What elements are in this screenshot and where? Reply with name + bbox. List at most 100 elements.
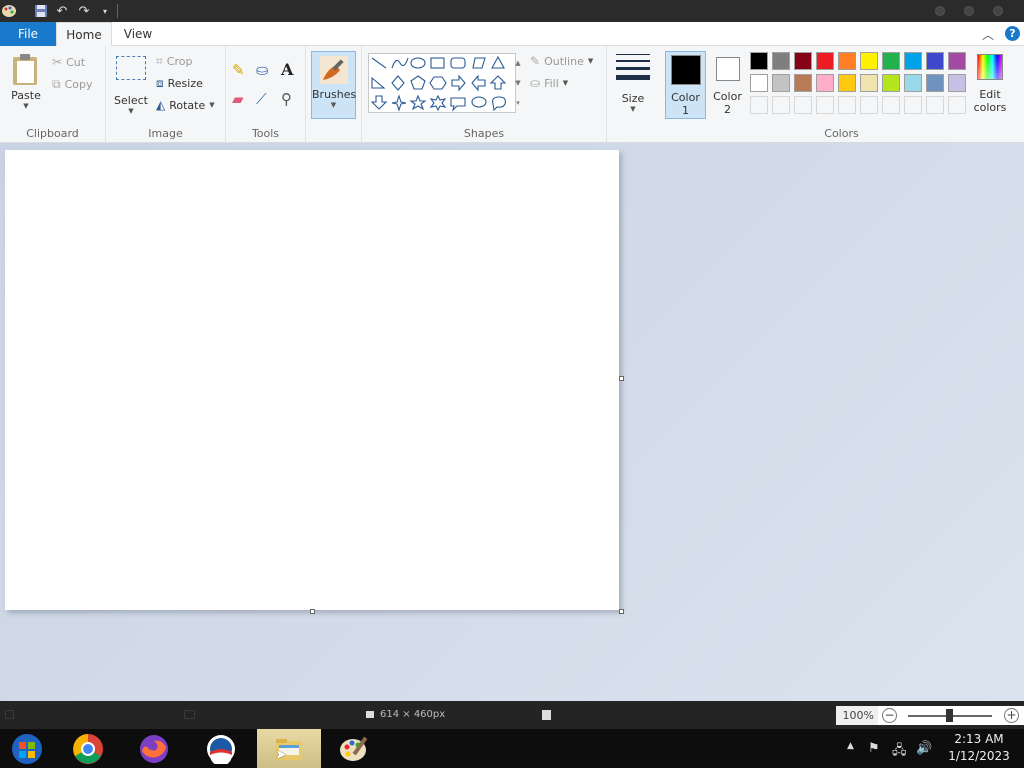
custom-color-slot[interactable] bbox=[772, 96, 790, 114]
palette-swatch[interactable] bbox=[926, 74, 944, 92]
hexagon-shape-icon[interactable] bbox=[429, 76, 447, 90]
palette-swatch[interactable] bbox=[794, 74, 812, 92]
scroll-down-icon[interactable]: ▼ bbox=[512, 73, 524, 93]
palette-swatch[interactable] bbox=[816, 74, 834, 92]
scroll-up-icon[interactable]: ▲ bbox=[512, 53, 524, 73]
redo-icon[interactable]: ↷ bbox=[75, 2, 93, 20]
custom-color-slot[interactable] bbox=[838, 96, 856, 114]
collapse-ribbon-icon[interactable]: ︿ bbox=[982, 26, 994, 43]
right-arrow-shape-icon[interactable] bbox=[451, 74, 466, 92]
paint-taskbar-button[interactable] bbox=[323, 729, 387, 768]
cut-button[interactable]: ✂ Cut bbox=[52, 52, 85, 72]
palette-swatch[interactable] bbox=[750, 52, 768, 70]
volume-icon[interactable]: 🔊 bbox=[916, 741, 932, 756]
curve-shape-icon[interactable] bbox=[391, 57, 409, 69]
action-center-flag-icon[interactable]: ⚑ bbox=[868, 741, 880, 756]
palette-swatch[interactable] bbox=[882, 52, 900, 70]
zoom-out-button[interactable]: − bbox=[882, 708, 897, 723]
custom-color-slot[interactable] bbox=[904, 96, 922, 114]
save-icon[interactable] bbox=[32, 2, 50, 20]
palette-swatch[interactable] bbox=[838, 52, 856, 70]
palette-swatch[interactable] bbox=[816, 52, 834, 70]
color2-button[interactable]: Color 2 bbox=[707, 51, 748, 119]
palette-swatch[interactable] bbox=[904, 52, 922, 70]
rotate-button[interactable]: ◭ Rotate ▼ bbox=[156, 95, 215, 115]
oval-shape-icon[interactable] bbox=[410, 57, 426, 69]
left-arrow-shape-icon[interactable] bbox=[471, 74, 486, 92]
firefox-taskbar-button[interactable] bbox=[122, 729, 186, 768]
palette-swatch[interactable] bbox=[838, 74, 856, 92]
palette-swatch[interactable] bbox=[926, 52, 944, 70]
four-point-star-shape-icon[interactable] bbox=[391, 94, 407, 112]
down-arrow-shape-icon[interactable] bbox=[370, 95, 388, 110]
select-button[interactable]: Select ▼ bbox=[112, 52, 150, 122]
custom-color-slot[interactable] bbox=[794, 96, 812, 114]
custom-color-slot[interactable] bbox=[816, 96, 834, 114]
maximize-button[interactable] bbox=[964, 6, 974, 16]
pentagon-shape-icon[interactable] bbox=[410, 75, 426, 90]
cloud-callout-shape-icon[interactable] bbox=[492, 96, 506, 112]
resize-handle-bottom[interactable] bbox=[310, 609, 315, 614]
shapes-scroll[interactable]: ▲ ▼ ▾ bbox=[512, 53, 524, 113]
brushes-button[interactable]: Brushes ▼ bbox=[311, 51, 356, 119]
color1-button[interactable]: Color 1 bbox=[665, 51, 706, 119]
palette-swatch[interactable] bbox=[772, 52, 790, 70]
show-hidden-icons-icon[interactable]: ▲ bbox=[847, 741, 854, 751]
system-clock[interactable]: 2:13 AM 1/12/2023 bbox=[940, 731, 1018, 765]
custom-color-slot[interactable] bbox=[948, 96, 966, 114]
custom-color-slot[interactable] bbox=[926, 96, 944, 114]
color-picker-icon[interactable]: ⟋ bbox=[256, 90, 274, 110]
edit-colors-button[interactable]: Edit colors bbox=[971, 51, 1009, 119]
campaign-app-taskbar-button[interactable] bbox=[189, 729, 253, 768]
tab-view[interactable]: View bbox=[114, 22, 162, 46]
tab-home[interactable]: Home bbox=[56, 22, 112, 46]
close-button[interactable] bbox=[993, 6, 1003, 16]
resize-button[interactable]: ⧈ Resize bbox=[156, 73, 203, 93]
custom-color-slot[interactable] bbox=[860, 96, 878, 114]
custom-color-slot[interactable] bbox=[750, 96, 768, 114]
start-button[interactable] bbox=[0, 729, 54, 768]
resize-handle-corner[interactable] bbox=[619, 609, 624, 614]
copy-button[interactable]: ⧉ Copy bbox=[52, 74, 92, 94]
polygon-shape-icon[interactable] bbox=[472, 57, 486, 69]
rounded-callout-shape-icon[interactable] bbox=[450, 97, 466, 112]
rectangle-shape-icon[interactable] bbox=[430, 57, 445, 69]
drawing-canvas[interactable] bbox=[5, 150, 619, 610]
magnifier-icon[interactable]: ⚲ bbox=[281, 90, 299, 110]
palette-swatch[interactable] bbox=[948, 74, 966, 92]
five-point-star-shape-icon[interactable] bbox=[409, 94, 427, 111]
chrome-taskbar-button[interactable] bbox=[56, 729, 120, 768]
eraser-icon[interactable]: ▰ bbox=[232, 90, 250, 110]
paint-app-icon[interactable] bbox=[0, 2, 18, 20]
palette-swatch[interactable] bbox=[882, 74, 900, 92]
size-button[interactable]: Size ▼ bbox=[613, 52, 653, 120]
rounded-rectangle-shape-icon[interactable] bbox=[450, 57, 466, 69]
resize-handle-right[interactable] bbox=[619, 376, 624, 381]
palette-swatch[interactable] bbox=[904, 74, 922, 92]
network-icon[interactable]: 🖧 bbox=[892, 741, 907, 763]
outline-button[interactable]: ✎ Outline ▼ bbox=[530, 51, 593, 71]
palette-swatch[interactable] bbox=[948, 52, 966, 70]
tab-file[interactable]: File bbox=[0, 22, 56, 46]
up-arrow-shape-icon[interactable] bbox=[489, 75, 507, 90]
fill-button[interactable]: ⛀ Fill ▼ bbox=[530, 73, 568, 93]
fill-bucket-icon[interactable]: ⛀ bbox=[256, 61, 274, 81]
crop-button[interactable]: ⌗ Crop bbox=[156, 51, 192, 71]
line-shape-icon[interactable] bbox=[371, 57, 387, 69]
diamond-shape-icon[interactable] bbox=[391, 75, 405, 91]
file-explorer-taskbar-button[interactable]: ➤ bbox=[257, 729, 321, 768]
right-triangle-shape-icon[interactable] bbox=[371, 76, 386, 89]
customize-quick-access-icon[interactable]: ▾ bbox=[96, 2, 114, 20]
paste-button[interactable]: Paste ▼ bbox=[4, 50, 48, 120]
triangle-shape-icon[interactable] bbox=[491, 55, 505, 69]
text-tool-icon[interactable]: A bbox=[281, 60, 299, 80]
palette-swatch[interactable] bbox=[772, 74, 790, 92]
palette-swatch[interactable] bbox=[794, 52, 812, 70]
pencil-icon[interactable]: ✎ bbox=[232, 61, 250, 81]
custom-color-slot[interactable] bbox=[882, 96, 900, 114]
six-point-star-shape-icon[interactable] bbox=[429, 94, 447, 112]
zoom-slider-thumb[interactable] bbox=[946, 709, 953, 722]
palette-swatch[interactable] bbox=[860, 74, 878, 92]
oval-callout-shape-icon[interactable] bbox=[471, 96, 487, 108]
gallery-expand-icon[interactable]: ▾ bbox=[512, 93, 524, 113]
